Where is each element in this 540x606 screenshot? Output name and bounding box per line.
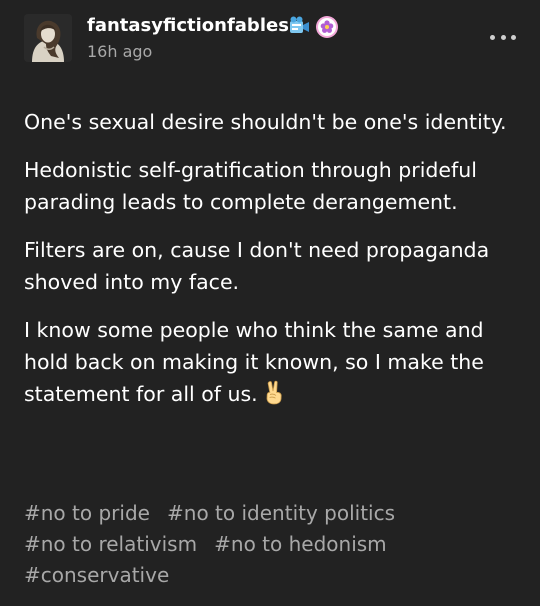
tag-row: #no to pride #no to identity politics [24, 498, 524, 529]
badges [287, 14, 339, 40]
more-options-icon [490, 34, 495, 40]
tag-link[interactable]: #conservative [24, 563, 169, 587]
avatar[interactable] [24, 14, 72, 62]
pink-flower-badge-icon[interactable] [315, 15, 339, 39]
post-header: fantasyfictionfables 16h ago [24, 14, 516, 64]
blog-name[interactable]: fantasyfictionfables [87, 15, 289, 36]
tag-link[interactable]: #no to pride [24, 501, 150, 525]
more-options-icon [511, 34, 516, 40]
film-camera-badge-icon[interactable] [287, 15, 311, 39]
more-options-button[interactable] [490, 30, 516, 44]
post-tags: #no to pride #no to identity politics #n… [24, 498, 524, 591]
post-timestamp: 16h ago [87, 42, 153, 61]
victory-hand-emoji-icon [262, 379, 286, 405]
tag-row: #no to relativism #no to hedonism [24, 529, 524, 560]
post-paragraph: Filters are on, cause I don't need propa… [24, 238, 490, 294]
tag-row: #conservative [24, 560, 524, 591]
post-paragraph: One's sexual desire shouldn't be one's i… [24, 110, 507, 134]
tag-link[interactable]: #no to hedonism [214, 532, 387, 556]
tag-link[interactable]: #no to identity politics [167, 501, 395, 525]
post-paragraph: Hedonistic self-gratification through pr… [24, 158, 477, 214]
tag-link[interactable]: #no to relativism [24, 532, 197, 556]
avatar-portrait-icon [24, 14, 72, 62]
post-body: One's sexual desire shouldn't be one's i… [24, 106, 520, 410]
more-options-icon [500, 34, 506, 40]
post-paragraph-text: I know some people who think the same an… [24, 318, 484, 406]
post-paragraph: I know some people who think the same an… [24, 314, 520, 410]
